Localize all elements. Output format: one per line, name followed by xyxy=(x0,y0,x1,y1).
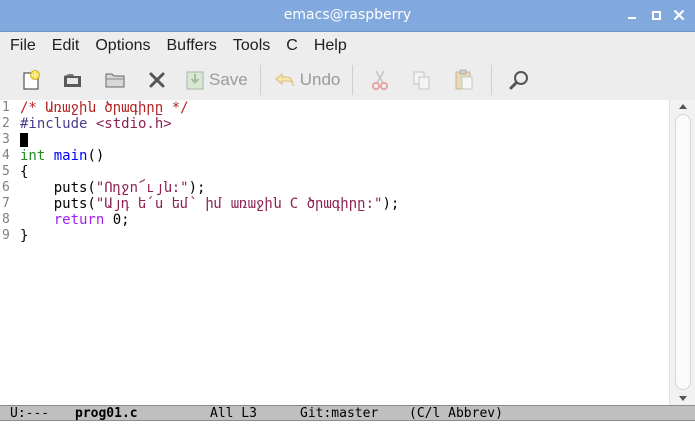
search-button[interactable] xyxy=(498,63,540,97)
menu-file[interactable]: File xyxy=(2,32,44,60)
code-text: 0; xyxy=(104,212,130,228)
menu-edit[interactable]: Edit xyxy=(44,32,88,60)
close-buffer-button[interactable] xyxy=(136,63,178,97)
buffer-status: U:--- xyxy=(10,406,50,421)
undo-icon xyxy=(274,72,294,87)
line-number: 2 xyxy=(2,116,10,131)
minimize-button[interactable] xyxy=(625,8,639,22)
code-line xyxy=(20,132,667,148)
line-number: 7 xyxy=(2,196,10,211)
code-buffer[interactable]: /* Առաջին ծրագիրը */ #include <stdio.h> … xyxy=(20,100,667,244)
editor-area[interactable]: 1 2 3 4 5 6 7 8 9 /* Առաջին ծրագիրը */ #… xyxy=(0,100,695,405)
menu-bar: File Edit Options Buffers Tools C Help xyxy=(0,32,695,60)
save-label: Save xyxy=(209,70,248,89)
string-literal: "Ողջո՜ւյն:" xyxy=(95,180,189,196)
code-text: () xyxy=(87,148,105,164)
type-keyword: int xyxy=(20,148,46,164)
toolbar-separator xyxy=(352,65,354,95)
preprocessor-directive: #include xyxy=(20,116,96,132)
search-icon xyxy=(509,71,529,90)
new-file-icon xyxy=(23,70,40,90)
copy-icon xyxy=(413,71,430,90)
code-line: puts("Այդ ե՛ս եմ՝ իմ առաջին C ծրագիրը:")… xyxy=(20,196,667,212)
line-number: 3 xyxy=(2,132,10,147)
code-text: ); xyxy=(382,196,400,212)
code-text: puts( xyxy=(20,180,96,196)
close-icon xyxy=(674,10,684,20)
line-number: 1 xyxy=(2,100,10,115)
code-line: puts("Ողջո՜ւյն:"); xyxy=(20,180,667,196)
code-text: puts( xyxy=(20,196,96,212)
open-file-button[interactable] xyxy=(52,63,94,97)
mode-line: U:--- prog01.c All L3 Git:master (C/l Ab… xyxy=(0,405,695,421)
header-name: <stdio.h> xyxy=(95,116,172,132)
menu-options[interactable]: Options xyxy=(87,32,158,60)
code-line: } xyxy=(20,228,667,244)
menu-buffers[interactable]: Buffers xyxy=(159,32,225,60)
vertical-scrollbar[interactable] xyxy=(669,100,695,405)
line-number: 5 xyxy=(2,164,10,179)
vc-branch[interactable]: Git:master xyxy=(300,406,378,421)
function-name: main xyxy=(53,148,88,164)
line-number: 6 xyxy=(2,180,10,195)
copy-button[interactable] xyxy=(401,63,443,97)
toolbar-separator xyxy=(491,65,493,95)
toolbar-separator xyxy=(259,65,261,95)
cut-button[interactable] xyxy=(359,63,401,97)
line-number: 9 xyxy=(2,228,10,243)
open-file-icon xyxy=(64,74,81,87)
code-line: int main() xyxy=(20,148,667,164)
close-window-button[interactable] xyxy=(672,8,686,22)
scissors-icon xyxy=(372,70,389,91)
close-buffer-icon xyxy=(149,72,165,88)
open-directory-button[interactable] xyxy=(94,63,136,97)
code-text: } xyxy=(20,228,29,244)
minibuffer[interactable] xyxy=(0,421,695,439)
code-line: #include <stdio.h> xyxy=(20,116,667,132)
maximize-icon xyxy=(651,11,661,20)
maximize-button[interactable] xyxy=(649,8,663,22)
save-button[interactable]: Save xyxy=(178,63,254,97)
comment: /* Առաջին ծրագիրը */ xyxy=(20,100,189,116)
string-literal: "Այդ ե՛ս եմ՝ իմ առաջին C ծրագիրը:" xyxy=(95,196,383,212)
paste-button[interactable] xyxy=(443,63,485,97)
major-minor-modes[interactable]: (C/l Abbrev) xyxy=(409,406,503,421)
menu-help[interactable]: Help xyxy=(306,32,355,60)
scrollbar-thumb[interactable] xyxy=(675,114,691,390)
menu-tools[interactable]: Tools xyxy=(225,32,278,60)
code-line: /* Առաջին ծրագիրը */ xyxy=(20,100,667,116)
return-keyword: return xyxy=(53,212,105,228)
line-number: 8 xyxy=(2,212,10,227)
text-cursor xyxy=(20,133,28,147)
title-bar: emacs@raspberry xyxy=(0,0,695,32)
minimize-icon xyxy=(628,17,636,19)
paste-icon xyxy=(455,69,473,90)
window-title: emacs@raspberry xyxy=(283,7,412,23)
scroll-up-arrow-icon[interactable] xyxy=(679,104,687,109)
scroll-down-arrow-icon[interactable] xyxy=(679,396,687,401)
line-number: 4 xyxy=(2,148,10,163)
buffer-name[interactable]: prog01.c xyxy=(75,406,138,421)
code-text: ); xyxy=(188,180,206,196)
undo-label: Undo xyxy=(299,70,341,89)
new-file-button[interactable] xyxy=(10,63,52,97)
line-number-gutter: 1 2 3 4 5 6 7 8 9 xyxy=(0,100,20,244)
menu-c[interactable]: C xyxy=(278,32,306,60)
buffer-position: All L3 xyxy=(210,406,257,421)
code-line: { xyxy=(20,164,667,180)
code-line: return 0; xyxy=(20,212,667,228)
save-icon xyxy=(186,71,204,90)
toolbar: Save Undo xyxy=(0,60,695,100)
code-text: { xyxy=(20,164,29,180)
undo-button[interactable]: Undo xyxy=(267,63,347,97)
open-directory-icon xyxy=(105,73,125,88)
